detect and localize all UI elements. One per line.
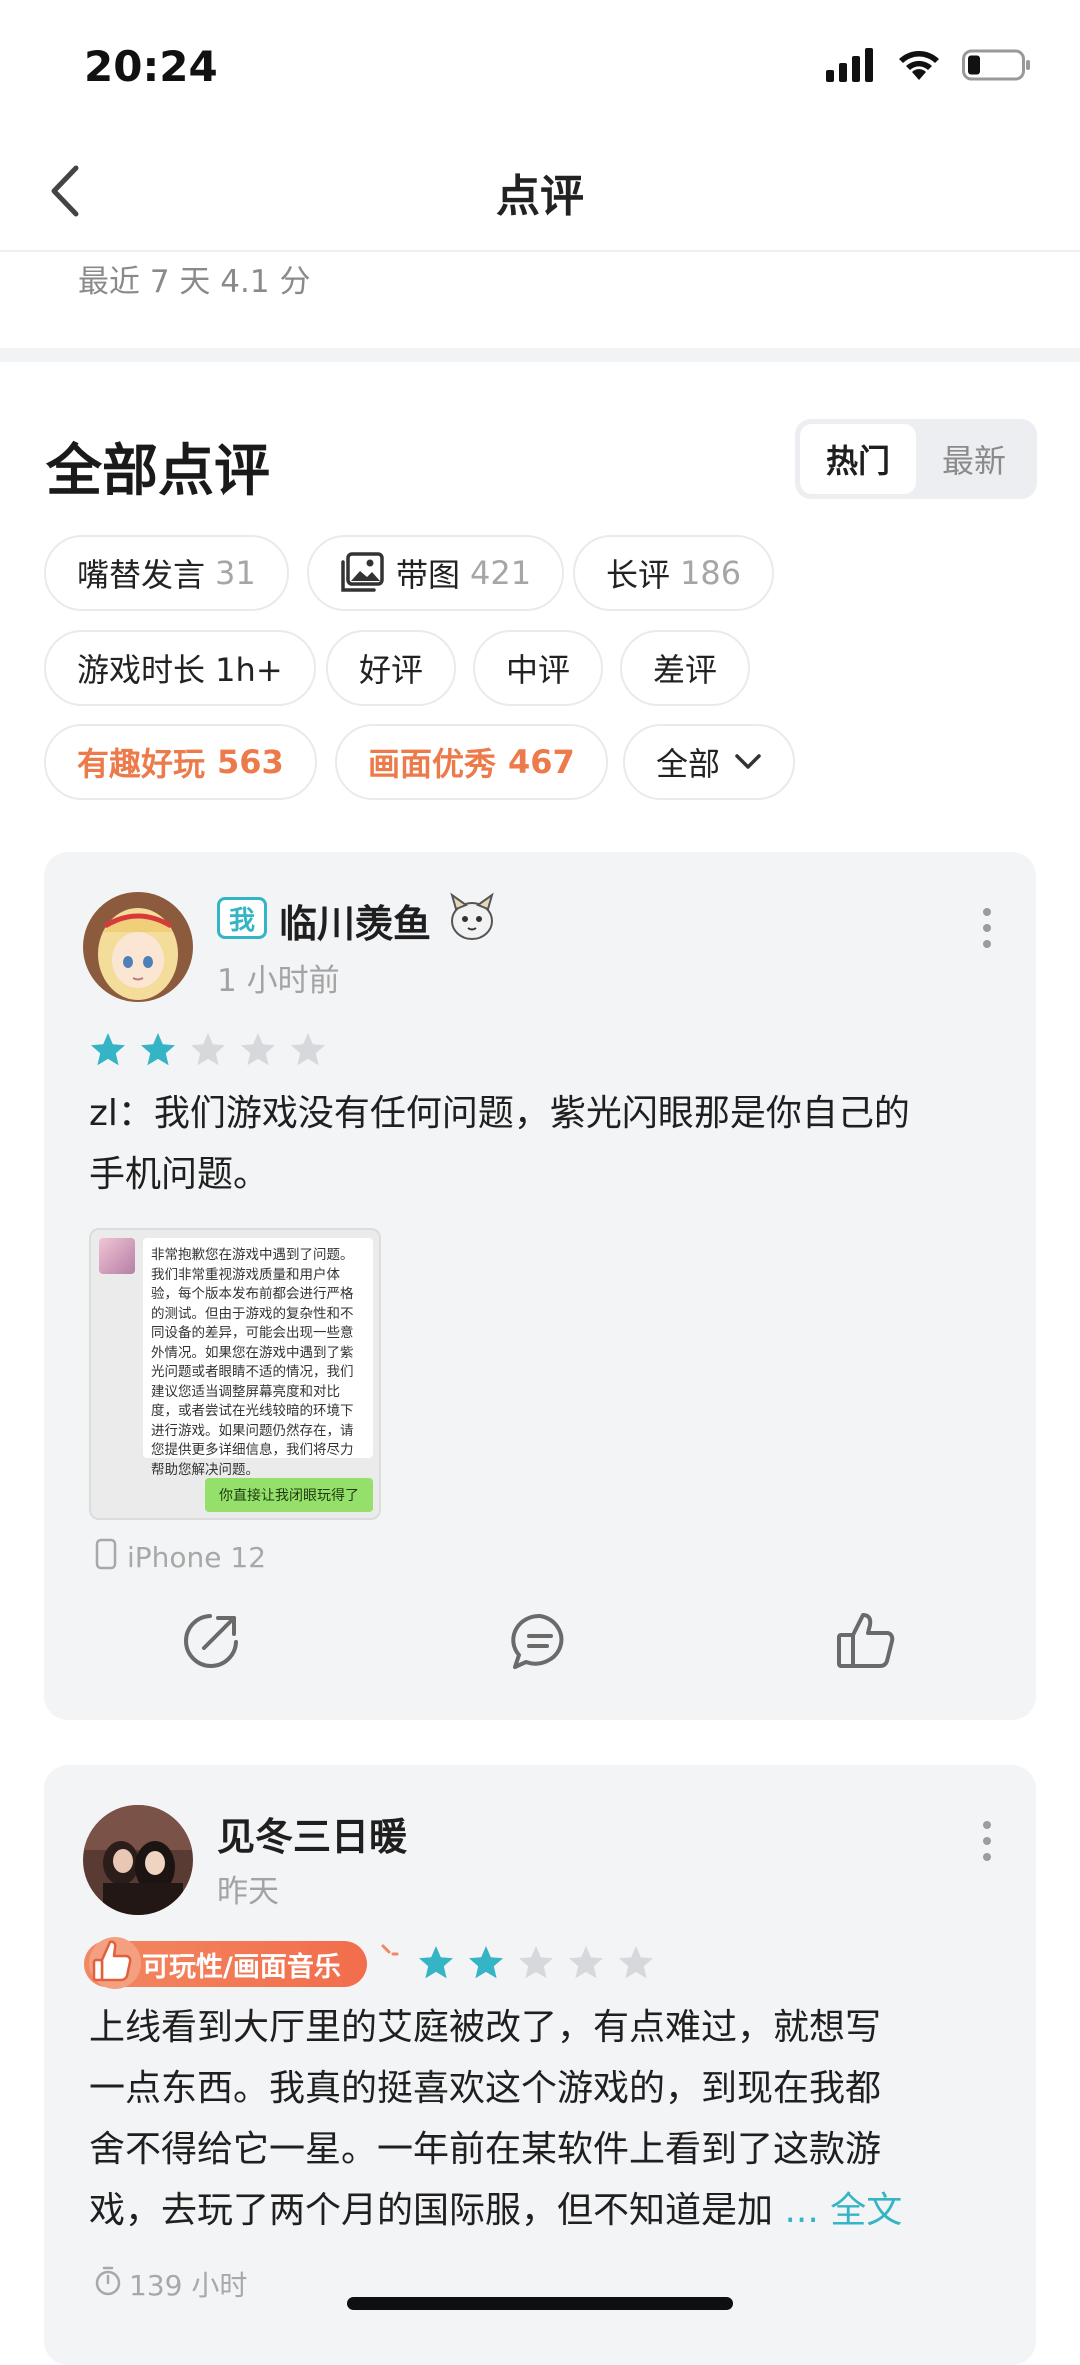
star-empty-icon: [569, 1946, 603, 1979]
star-filled-icon: [419, 1946, 453, 1979]
image-reply-text: 你直接让我闭眼玩得了: [205, 1478, 373, 1512]
review-line: 上线看到大厅里的艾庭被改了，有点难过，就想写: [89, 2007, 882, 2048]
chip-count: 563: [217, 743, 284, 781]
chevron-down-icon: [734, 753, 762, 771]
playtime-text: 139 小时: [129, 2269, 248, 2302]
share-icon[interactable]: [180, 1610, 242, 1672]
avatar[interactable]: [83, 1805, 193, 1915]
chip-label: 差评: [653, 651, 718, 689]
sort-toggle: 热门 最新: [795, 419, 1037, 499]
chip-label: 嘴替发言: [77, 556, 206, 594]
filter-chip-negative[interactable]: 差评: [620, 630, 751, 706]
section-title: 全部点评: [46, 439, 270, 504]
review-line: 一点东西。我真的挺喜欢这个游戏的，到现在我都: [89, 2068, 882, 2109]
review-line: 戏，去玩了两个月的国际服，但不知道是加 ... 全文: [89, 2180, 1019, 2241]
chip-count: 467: [508, 743, 575, 781]
username[interactable]: 临川羡鱼: [279, 893, 431, 948]
like-icon[interactable]: [835, 1609, 897, 1671]
recent-rating: 最近 7 天 4.1 分: [78, 264, 311, 300]
status-time: 20:24: [84, 42, 218, 91]
more-options-icon[interactable]: [982, 1821, 992, 1861]
playtime-info: 139 小时: [93, 2264, 247, 2304]
review-time: 1 小时前: [217, 963, 340, 999]
chip-label: 好评: [359, 651, 424, 689]
review-line-text: 戏，去玩了两个月的国际服，但不知道是加: [89, 2190, 774, 2231]
filter-chip-positive[interactable]: 好评: [326, 630, 457, 706]
star-empty-icon: [291, 1033, 325, 1066]
filter-chip-quote[interactable]: 嘴替发言 31: [44, 535, 289, 611]
page-title: 点评: [496, 171, 584, 222]
status-bar: 20:24: [0, 0, 1080, 130]
filter-chip-playtime[interactable]: 游戏时长 1h+: [44, 630, 316, 706]
filter-chip-fun[interactable]: 有趣好玩 563: [44, 724, 317, 800]
phone-icon: [95, 1538, 117, 1577]
mascot-badge-icon: [446, 891, 498, 947]
star-empty-icon: [519, 1946, 553, 1979]
sort-latest-button[interactable]: 最新: [916, 424, 1032, 494]
thumbs-up-hand-icon: [86, 1930, 144, 1992]
review-line: 手机问题。: [89, 1154, 270, 1195]
chip-count: 31: [215, 554, 256, 592]
image-icon: [340, 552, 384, 594]
filter-chip-all-dropdown[interactable]: 全部: [623, 724, 796, 800]
chip-label: 全部: [656, 745, 721, 783]
chip-label: 游戏时长 1h+: [77, 651, 283, 689]
image-message-text: 非常抱歉您在游戏中遇到了问题。我们非常重视游戏质量和用户体验，每个版本发布前都会…: [143, 1238, 373, 1478]
chip-label: 长评: [606, 556, 671, 594]
filter-chip-graphics[interactable]: 画面优秀 467: [335, 724, 608, 800]
review-time: 昨天: [217, 1874, 279, 1910]
more-options-icon[interactable]: [982, 908, 992, 948]
filter-chip-neutral[interactable]: 中评: [473, 630, 604, 706]
star-filled-icon: [91, 1033, 125, 1066]
comment-icon[interactable]: [509, 1611, 571, 1673]
stopwatch-icon: [93, 2265, 123, 2304]
nav-bar: 点评: [0, 130, 1080, 252]
chat-avatar: [99, 1238, 135, 1274]
review-line: zl：我们游戏没有任何问题，紫光闪眼那是你自己的: [89, 1093, 910, 1134]
review-text[interactable]: zl：我们游戏没有任何问题，紫光闪眼那是你自己的 手机问题。: [89, 1083, 1009, 1205]
filter-chip-with-image[interactable]: 带图 421: [307, 535, 565, 611]
review-image[interactable]: 非常抱歉您在游戏中遇到了问题。我们非常重视游戏质量和用户体验，每个版本发布前都会…: [89, 1228, 381, 1520]
avatar[interactable]: [83, 892, 193, 1002]
username[interactable]: 见冬三日暖: [217, 1806, 407, 1861]
home-indicator[interactable]: [347, 2297, 733, 2310]
review-text[interactable]: 上线看到大厅里的艾庭被改了，有点难过，就想写 一点东西。我真的挺喜欢这个游戏的，…: [89, 1997, 1019, 2241]
me-badge: 我: [217, 897, 267, 939]
star-rating: [89, 1031, 327, 1067]
status-icons: [826, 48, 1032, 86]
star-empty-icon: [619, 1946, 653, 1979]
filter-chip-long-review[interactable]: 长评 186: [573, 535, 775, 611]
star-rating: [417, 1944, 655, 1980]
chip-count: 421: [470, 554, 532, 592]
chip-label: 有趣好玩: [77, 745, 206, 783]
signal-icon: [826, 48, 876, 86]
section-divider: [0, 348, 1080, 362]
read-more-link[interactable]: ... 全文: [784, 2190, 902, 2231]
chip-count: 186: [680, 554, 742, 592]
star-filled-icon: [469, 1946, 503, 1979]
chip-label: 画面优秀: [368, 745, 497, 783]
device-name: iPhone 12: [127, 1541, 267, 1574]
device-info: iPhone 12: [95, 1538, 266, 1577]
chip-label: 带图: [396, 556, 461, 594]
battery-icon: [962, 48, 1032, 86]
sparkle-icon: [379, 1942, 399, 1968]
star-filled-icon: [141, 1033, 175, 1066]
wifi-icon: [896, 48, 942, 86]
star-empty-icon: [241, 1033, 275, 1066]
star-empty-icon: [191, 1033, 225, 1066]
chip-label: 中评: [506, 651, 571, 689]
review-line: 舍不得给它一星。一年前在某软件上看到了这款游: [89, 2129, 882, 2170]
sort-hot-button[interactable]: 热门: [800, 424, 916, 494]
